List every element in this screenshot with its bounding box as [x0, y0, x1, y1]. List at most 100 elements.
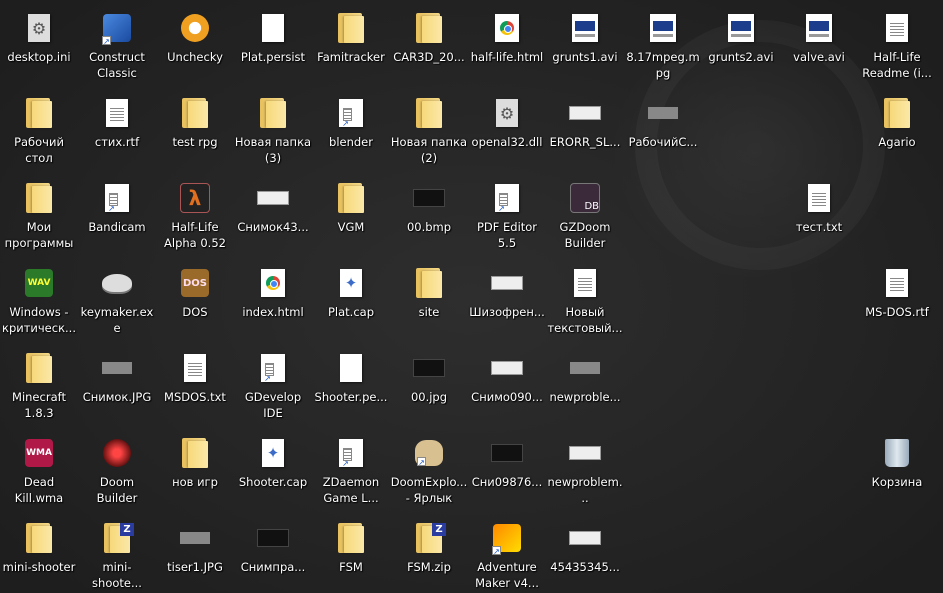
- half-life-icon: λ: [178, 181, 212, 215]
- desktop-icon[interactable]: Famitracker: [312, 5, 390, 89]
- desktop-icon[interactable]: Unchecky: [156, 5, 234, 89]
- desktop-icon[interactable]: tiser1.JPG: [156, 515, 234, 593]
- desktop-icon[interactable]: 45435345...: [546, 515, 624, 593]
- desktop-icon[interactable]: PDF Editor 5.5: [468, 175, 546, 259]
- zip-folder-icon: Z: [412, 521, 446, 555]
- desktop-icon[interactable]: Сни09876...: [468, 430, 546, 514]
- desktop-icon-label: Plat.persist: [240, 50, 306, 64]
- desktop-icon[interactable]: РабочийС...: [624, 90, 702, 174]
- desktop-icon[interactable]: стих.rtf: [78, 90, 156, 174]
- image-thumb-icon: [178, 521, 212, 555]
- desktop-icon[interactable]: grunts1.avi: [546, 5, 624, 89]
- desktop-icon[interactable]: MS-DOS.rtf: [858, 260, 936, 344]
- desktop-icon-label: 45435345...: [550, 560, 620, 574]
- desktop-icon[interactable]: Agario: [858, 90, 936, 174]
- desktop-icon[interactable]: 00.bmp: [390, 175, 468, 259]
- video-file-icon: [802, 11, 836, 45]
- desktop-icon[interactable]: FSM: [312, 515, 390, 593]
- desktop-icon[interactable]: newproble...: [546, 345, 624, 429]
- desktop-icon[interactable]: grunts2.avi: [702, 5, 780, 89]
- blank-file-icon: [256, 11, 290, 45]
- desktop-icon-label: FSM.zip: [407, 560, 451, 574]
- desktop-icon[interactable]: Half-Life Readme (i...: [858, 5, 936, 89]
- desktop-icon[interactable]: нов игр: [156, 430, 234, 514]
- desktop-icon-label: Снимпра...: [240, 560, 306, 574]
- desktop-icon[interactable]: valve.avi: [780, 5, 858, 89]
- desktop-icon-label: GDevelop IDE: [244, 390, 302, 420]
- desktop-icon[interactable]: GDevelop IDE: [234, 345, 312, 429]
- desktop-icon[interactable]: DB GZDoom Builder: [546, 175, 624, 259]
- desktop-icon[interactable]: index.html: [234, 260, 312, 344]
- desktop-icon-label: 00.bmp: [406, 220, 452, 234]
- folder-icon: [334, 11, 368, 45]
- desktop-icon[interactable]: Z FSM.zip: [390, 515, 468, 593]
- image-thumb-icon: [412, 181, 446, 215]
- desktop-icon-label: тест.txt: [795, 220, 843, 234]
- unchecky-icon: [178, 11, 212, 45]
- desktop-icon-label: newproble...: [549, 390, 621, 404]
- desktop-icon[interactable]: Adventure Maker v4...: [468, 515, 546, 593]
- desktop-icon[interactable]: 8.17mpeg.mpg: [624, 5, 702, 89]
- desktop-icon[interactable]: site: [390, 260, 468, 344]
- chrome-html-icon: [256, 266, 290, 300]
- document-file-icon: [100, 96, 134, 130]
- desktop-icon[interactable]: Bandicam: [78, 175, 156, 259]
- desktop-icon[interactable]: λ Half-Life Alpha 0.52: [156, 175, 234, 259]
- desktop-icon[interactable]: Снимпра...: [234, 515, 312, 593]
- desktop-icon[interactable]: mini-shooter: [0, 515, 78, 593]
- desktop-icon[interactable]: Снимок43...: [234, 175, 312, 259]
- desktop-icon[interactable]: Новый текстовый...: [546, 260, 624, 344]
- folder-icon: [22, 351, 56, 385]
- desktop-icon[interactable]: Zmini-shoote...: [78, 515, 156, 593]
- desktop-icon[interactable]: WMA Dead Kill.wma: [0, 430, 78, 514]
- desktop-icon[interactable]: newproblem...: [546, 430, 624, 514]
- desktop-icon[interactable]: blender: [312, 90, 390, 174]
- desktop-icon[interactable]: 00.jpg: [390, 345, 468, 429]
- desktop-icon[interactable]: ERORR_SL...: [546, 90, 624, 174]
- desktop-icon[interactable]: ✦ Plat.cap: [312, 260, 390, 344]
- desktop-icon-label: Шизофрен...: [469, 305, 545, 319]
- image-thumb-icon: [568, 96, 602, 130]
- desktop-icon-label: Рабочий стол: [14, 135, 64, 165]
- image-thumb-icon: [256, 521, 290, 555]
- desktop-icon[interactable]: Корзина: [858, 430, 936, 514]
- desktop-icon[interactable]: Снимок.JPG: [78, 345, 156, 429]
- desktop-icon[interactable]: CAR3D_20...: [390, 5, 468, 89]
- desktop-icon[interactable]: Шизофрен...: [468, 260, 546, 344]
- desktop-icon[interactable]: Новая папка (2): [390, 90, 468, 174]
- desktop[interactable]: ⚙ desktop.ini Construct Classic Unchecky Pla…: [0, 0, 943, 593]
- desktop-icon[interactable]: MSDOS.txt: [156, 345, 234, 429]
- desktop-icon[interactable]: keymaker.exe: [78, 260, 156, 344]
- desktop-icon[interactable]: DOS DOS: [156, 260, 234, 344]
- desktop-icon[interactable]: Новая папка (3): [234, 90, 312, 174]
- desktop-icon[interactable]: WAV Windows - критическ...: [0, 260, 78, 344]
- desktop-icon[interactable]: half-life.html: [468, 5, 546, 89]
- desktop-icon[interactable]: Мои программы: [0, 175, 78, 259]
- desktop-icon[interactable]: ⚙ openal32.dll: [468, 90, 546, 174]
- desktop-icon[interactable]: test rpg: [156, 90, 234, 174]
- desktop-icon[interactable]: ✦ Shooter.cap: [234, 430, 312, 514]
- folder-icon: [178, 96, 212, 130]
- desktop-icon-label: MS-DOS.rtf: [865, 305, 929, 319]
- desktop-icon[interactable]: Plat.persist: [234, 5, 312, 89]
- desktop-icon[interactable]: ZDaemon Game L...: [312, 430, 390, 514]
- desktop-icon[interactable]: Minecraft 1.8.3: [0, 345, 78, 429]
- text-file-icon: [178, 351, 212, 385]
- desktop-icon-label: index.html: [242, 305, 304, 319]
- folder-icon: [178, 436, 212, 470]
- gear-file-icon: ⚙: [490, 96, 524, 130]
- desktop-icon[interactable]: VGM: [312, 175, 390, 259]
- desktop-icon[interactable]: Снимо090...: [468, 345, 546, 429]
- image-thumb-icon: [646, 96, 680, 130]
- desktop-icon-label: Dead Kill.wma: [14, 475, 64, 505]
- desktop-icon[interactable]: Doom Builder: [78, 430, 156, 514]
- desktop-icon[interactable]: Construct Classic: [78, 5, 156, 89]
- desktop-icon[interactable]: ⚙ desktop.ini: [0, 5, 78, 89]
- desktop-icon-label: Adventure Maker v4...: [475, 560, 539, 590]
- desktop-icon[interactable]: DoomExplo... - Ярлык: [390, 430, 468, 514]
- zip-folder-icon: Z: [100, 521, 134, 555]
- desktop-icon[interactable]: Рабочий стол: [0, 90, 78, 174]
- desktop-icon[interactable]: тест.txt: [780, 175, 858, 259]
- desktop-icon[interactable]: Shooter.pe...: [312, 345, 390, 429]
- desktop-icon-label: РабочийС...: [628, 135, 698, 149]
